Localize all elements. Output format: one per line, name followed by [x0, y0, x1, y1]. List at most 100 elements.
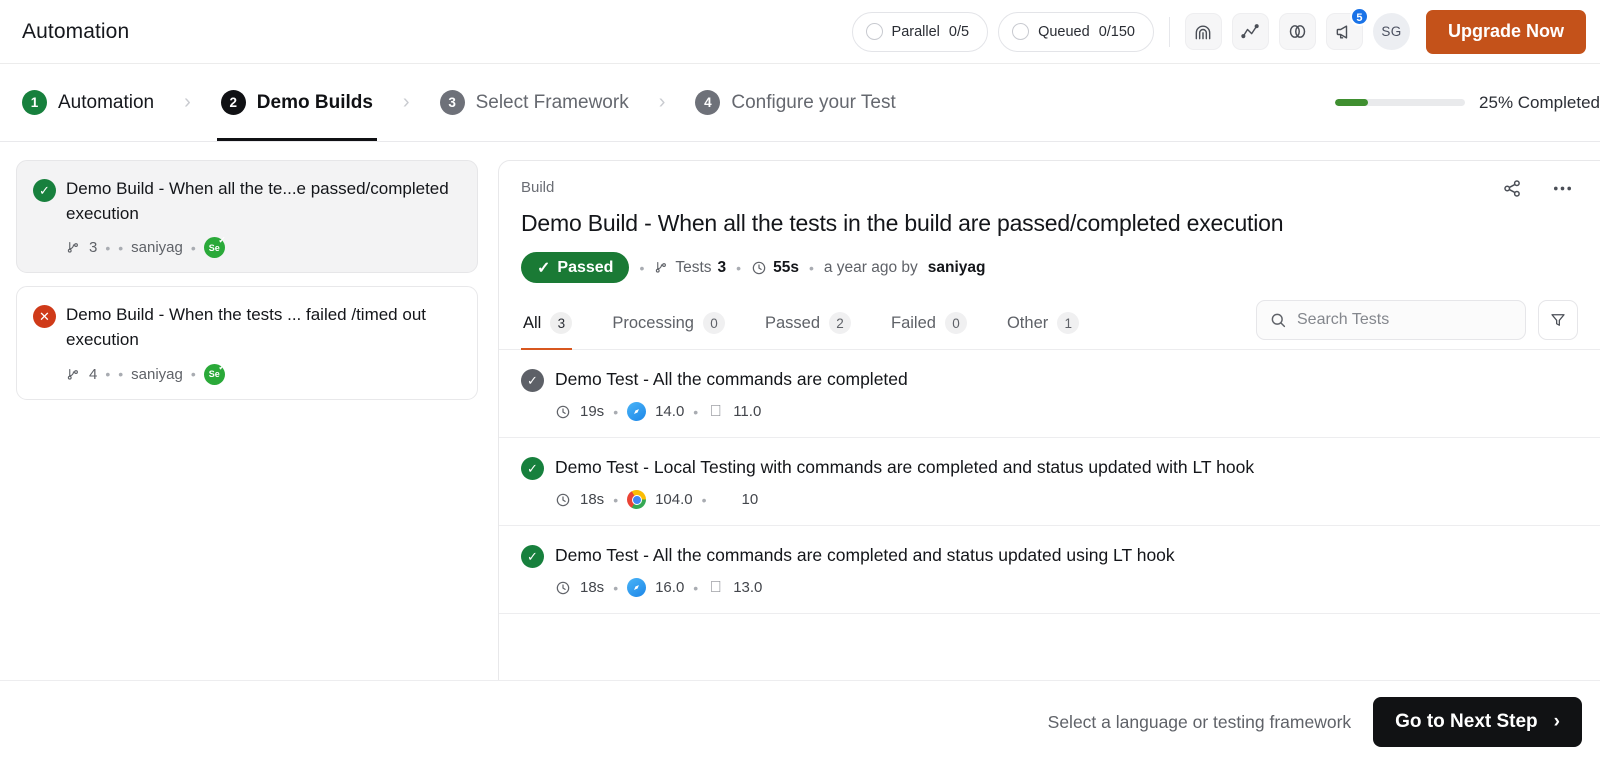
meta-separator: • [191, 366, 196, 382]
step-3-number: 3 [440, 90, 465, 115]
search-input[interactable] [1297, 311, 1513, 329]
meta-separator: • [613, 580, 618, 596]
automation-page: Automation Parallel 0/5 Queued 0/150 [0, 0, 1600, 763]
top-bar: Automation Parallel 0/5 Queued 0/150 [0, 0, 1600, 64]
build-card-title: Demo Build - When the tests ... failed /… [66, 303, 461, 352]
avatar[interactable]: SG [1373, 13, 1410, 50]
top-bar-actions: Parallel 0/5 Queued 0/150 [852, 10, 1586, 54]
apple-icon:  [707, 403, 724, 420]
stepper-chevron-icon-1: › [158, 64, 217, 141]
test-filter-tabs: All 3 Processing 0 Passed 2 Failed 0 Oth… [499, 299, 1600, 350]
parallel-ring-icon [866, 23, 883, 40]
toolbar-divider [1169, 17, 1170, 47]
wizard-stepper: 1 Automation › 2 Demo Builds › 3 Select … [0, 64, 1600, 142]
windows-icon [716, 491, 733, 508]
tab-passed[interactable]: Passed 2 [763, 299, 867, 349]
tab-failed-label: Failed [891, 314, 936, 333]
step-1-label: Automation [58, 92, 154, 114]
meta-separator: • [736, 260, 741, 276]
queued-counter[interactable]: Queued 0/150 [998, 12, 1154, 52]
build-card-failed[interactable]: ✕ Demo Build - When the tests ... failed… [16, 286, 478, 399]
main-content: ✓ Demo Build - When all the te...e passe… [0, 142, 1600, 680]
queued-label: Queued [1038, 24, 1090, 40]
tests-count: 3 [718, 259, 727, 277]
step-select-framework[interactable]: 3 Select Framework [436, 64, 633, 141]
megaphone-icon [1334, 22, 1354, 42]
tab-failed[interactable]: Failed 0 [889, 299, 983, 349]
chrome-icon [627, 490, 646, 509]
step-4-number: 4 [695, 90, 720, 115]
tab-other[interactable]: Other 1 [1005, 299, 1095, 349]
branch-icon [654, 260, 669, 275]
tunnel-icon [1193, 22, 1213, 42]
build-detail-panel: Build Demo Build - When all the [498, 160, 1600, 680]
build-card-meta: 3 • • saniyag • Se [66, 237, 461, 258]
status-badge: ✓ Passed [521, 252, 629, 283]
step-1-number: 1 [22, 90, 47, 115]
build-kicker-label: Build [521, 179, 1578, 196]
test-duration: 18s [580, 491, 604, 508]
progress-label: 25% Completed [1479, 93, 1600, 113]
meta-separator: • [693, 580, 698, 596]
tab-other-count: 1 [1057, 312, 1079, 334]
tab-all[interactable]: All 3 [521, 299, 588, 349]
page-title: Automation [22, 20, 129, 44]
branch-icon [66, 240, 81, 255]
build-card-header: ✓ Demo Build - When all the te...e passe… [33, 177, 461, 226]
progress-indicator: 25% Completed [1335, 64, 1600, 141]
build-test-count: 3 [89, 239, 97, 256]
test-title: Demo Test - All the commands are complet… [555, 545, 1175, 566]
check-circle-icon: ✓ [521, 457, 544, 480]
check-circle-icon: ✓ [521, 369, 544, 392]
progress-bar-track [1335, 99, 1465, 106]
announcements-button[interactable]: 5 [1326, 13, 1363, 50]
search-tests-box[interactable] [1256, 300, 1526, 340]
build-list: ✓ Demo Build - When all the te...e passe… [16, 160, 478, 680]
tab-passed-label: Passed [765, 314, 820, 333]
step-4-label: Configure your Test [731, 92, 895, 114]
build-card-title: Demo Build - When all the te...e passed/… [66, 177, 461, 226]
analytics-button[interactable] [1232, 13, 1269, 50]
test-row[interactable]: ✓ Demo Test - All the commands are compl… [499, 350, 1600, 438]
share-icon[interactable] [1502, 178, 1523, 199]
tab-failed-count: 0 [945, 312, 967, 334]
filter-button[interactable] [1538, 300, 1578, 340]
duration-meta: 55s [751, 259, 799, 277]
tab-all-count: 3 [550, 312, 572, 334]
tests-count-meta: Tests 3 [654, 259, 726, 277]
tab-processing[interactable]: Processing 0 [610, 299, 741, 349]
more-options-icon[interactable] [1551, 177, 1574, 200]
queued-ring-icon [1012, 23, 1029, 40]
browser-version: 16.0 [655, 579, 684, 596]
test-title: Demo Test - All the commands are complet… [555, 369, 908, 390]
step-automation[interactable]: 1 Automation [18, 64, 158, 141]
step-demo-builds[interactable]: 2 Demo Builds [217, 64, 377, 141]
os-version: 10 [742, 491, 759, 508]
selenium-icon: Se [204, 364, 225, 385]
link-chain-icon [1287, 21, 1308, 42]
tunnel-button[interactable] [1185, 13, 1222, 50]
meta-separator: • [105, 366, 110, 382]
branch-icon [66, 367, 81, 382]
go-to-next-step-button[interactable]: Go to Next Step › [1373, 697, 1582, 747]
timestamp-prefix: a year ago by [824, 259, 918, 277]
test-row[interactable]: ✓ Demo Test - All the commands are compl… [499, 526, 1600, 614]
parallel-counter[interactable]: Parallel 0/5 [852, 12, 989, 52]
next-step-label: Go to Next Step [1395, 711, 1538, 733]
chevron-right-icon: › [1554, 711, 1560, 733]
test-row-header: ✓ Demo Test - All the commands are compl… [521, 543, 1578, 568]
step-configure-your-test[interactable]: 4 Configure your Test [691, 64, 899, 141]
upgrade-now-button[interactable]: Upgrade Now [1426, 10, 1586, 54]
queued-value: 0/150 [1099, 24, 1135, 40]
tab-all-label: All [523, 314, 541, 333]
meta-separator: • [613, 492, 618, 508]
check-circle-icon: ✓ [33, 179, 56, 202]
build-author: saniyag [928, 259, 986, 277]
test-row[interactable]: ✓ Demo Test - Local Testing with command… [499, 438, 1600, 526]
build-card-passed[interactable]: ✓ Demo Build - When all the te...e passe… [16, 160, 478, 273]
test-row-meta: 18s • 104.0 • 10 [555, 490, 1578, 509]
os-version: 13.0 [733, 579, 762, 596]
step-2-number: 2 [221, 90, 246, 115]
tab-processing-count: 0 [703, 312, 725, 334]
integrations-button[interactable] [1279, 13, 1316, 50]
